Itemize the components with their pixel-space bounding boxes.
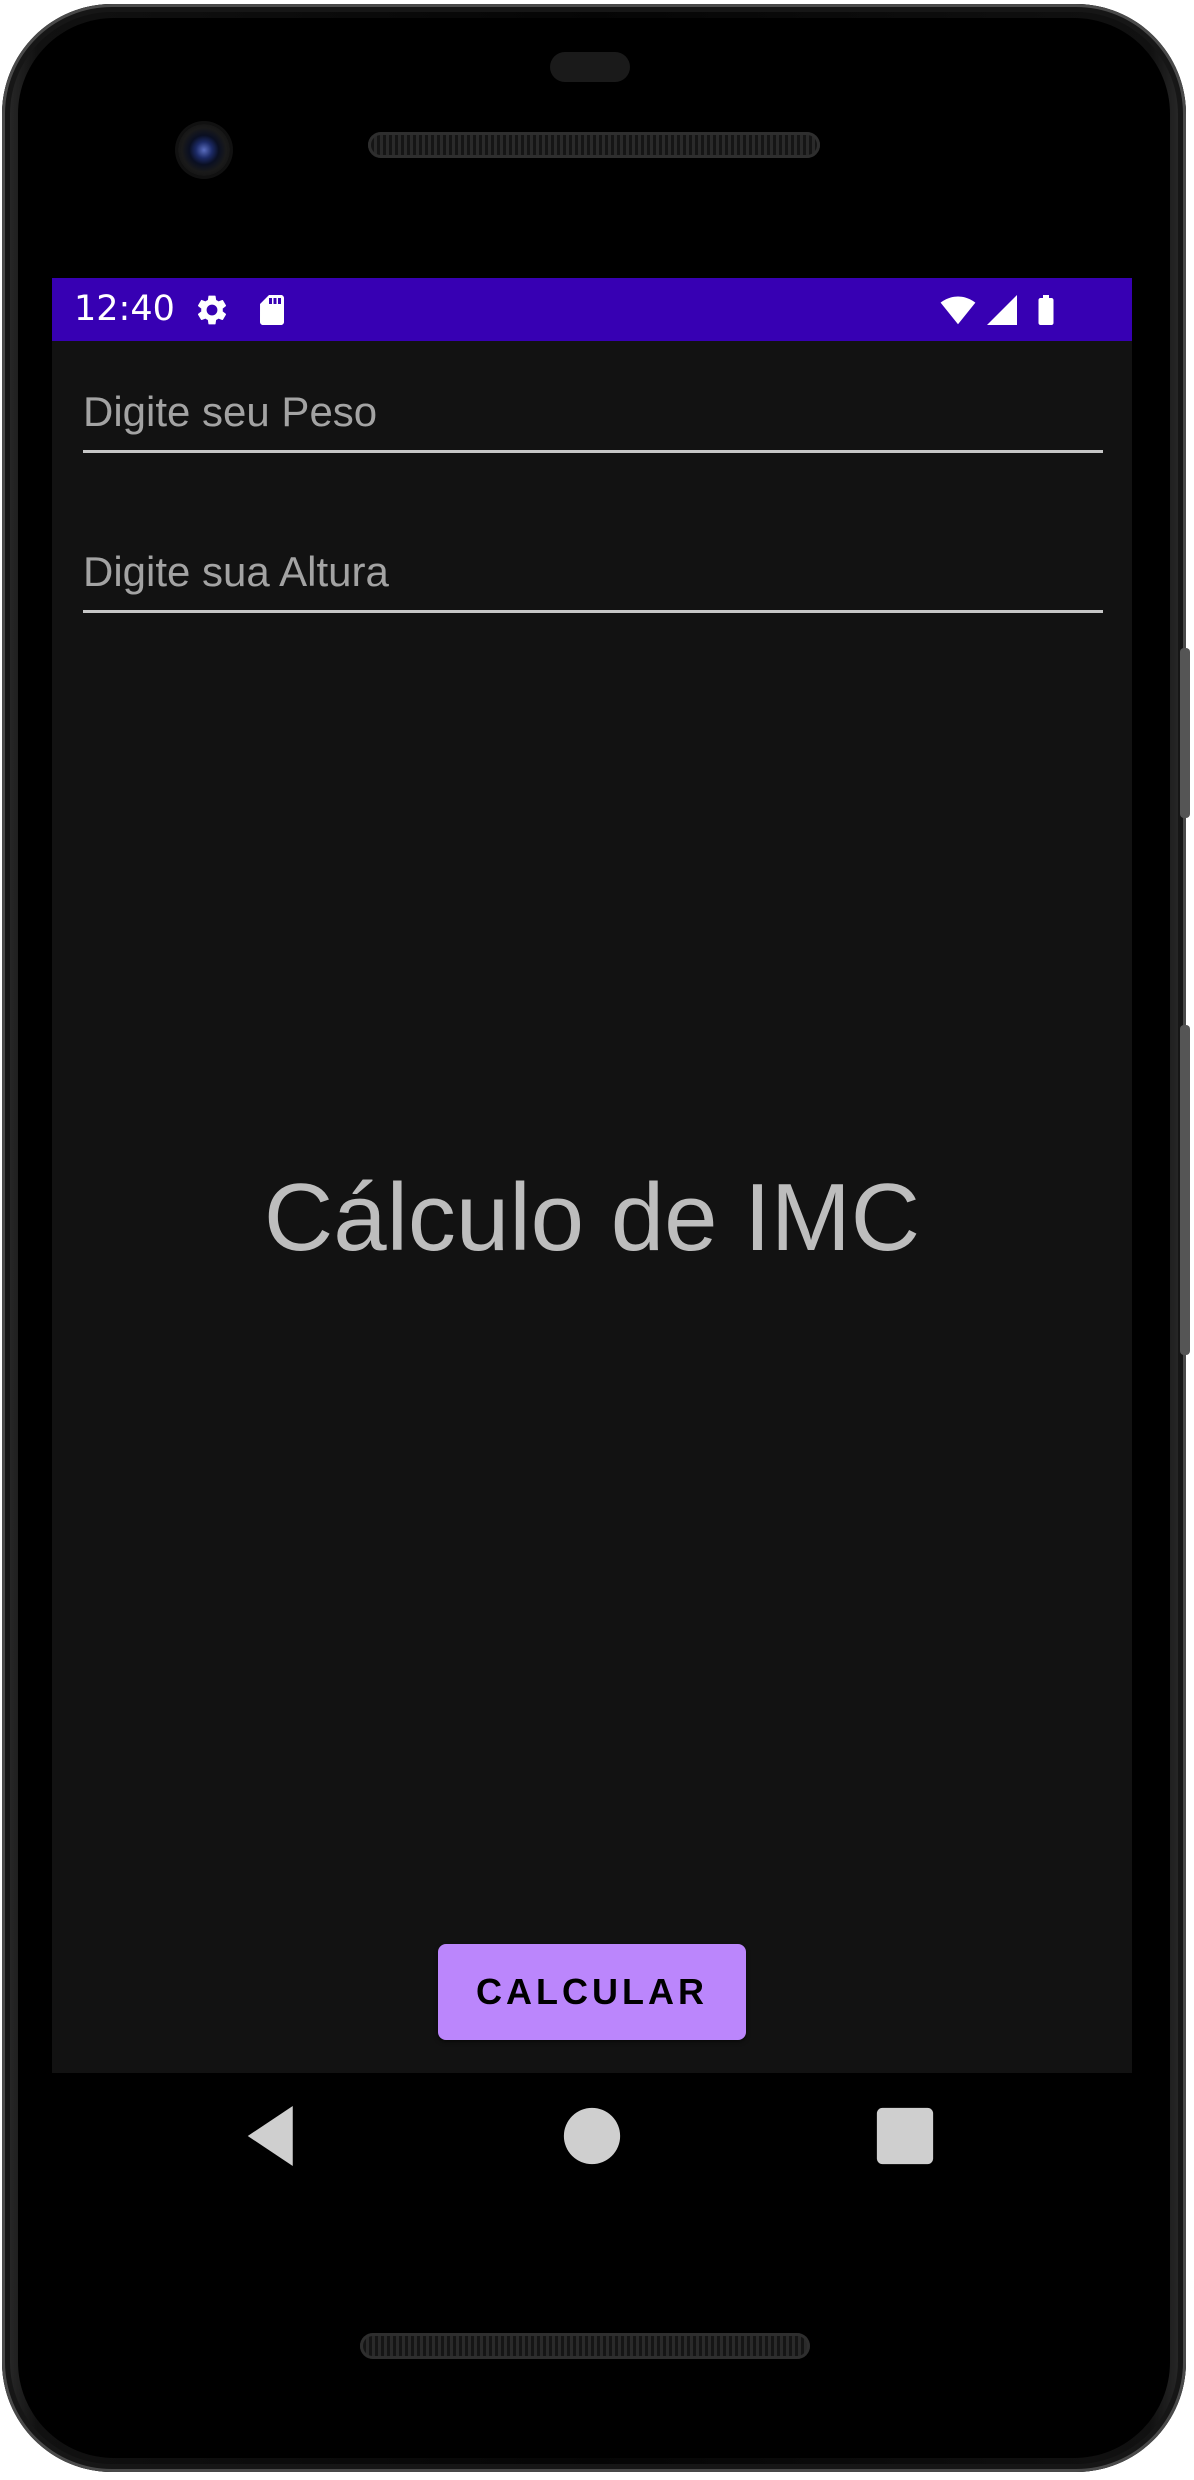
front-camera-icon (178, 124, 230, 176)
recents-icon[interactable] (860, 2091, 950, 2181)
navigation-bar (52, 2073, 1132, 2199)
bottom-speaker (360, 2333, 810, 2359)
power-button (1180, 648, 1190, 818)
app-screen: 12:40 Cálculo de IMC CALCULAR (52, 278, 1132, 2073)
signal-icon (987, 295, 1017, 325)
settings-icon (197, 295, 227, 325)
wifi-icon (940, 296, 976, 325)
sd-card-icon (260, 295, 284, 325)
height-input[interactable] (83, 542, 1103, 602)
height-field[interactable] (83, 520, 1103, 613)
weight-field[interactable] (83, 360, 1103, 453)
volume-button (1180, 1025, 1190, 1355)
earpiece-speaker (368, 132, 820, 158)
calculate-button[interactable]: CALCULAR (438, 1944, 746, 2040)
status-bar: 12:40 (52, 278, 1132, 341)
home-icon[interactable] (547, 2091, 637, 2181)
back-icon[interactable] (229, 2091, 319, 2181)
status-time: 12:40 (74, 289, 175, 329)
front-sensor (550, 52, 630, 82)
battery-icon (1038, 295, 1054, 325)
weight-input[interactable] (83, 382, 1103, 442)
page-title: Cálculo de IMC (263, 1164, 921, 1271)
